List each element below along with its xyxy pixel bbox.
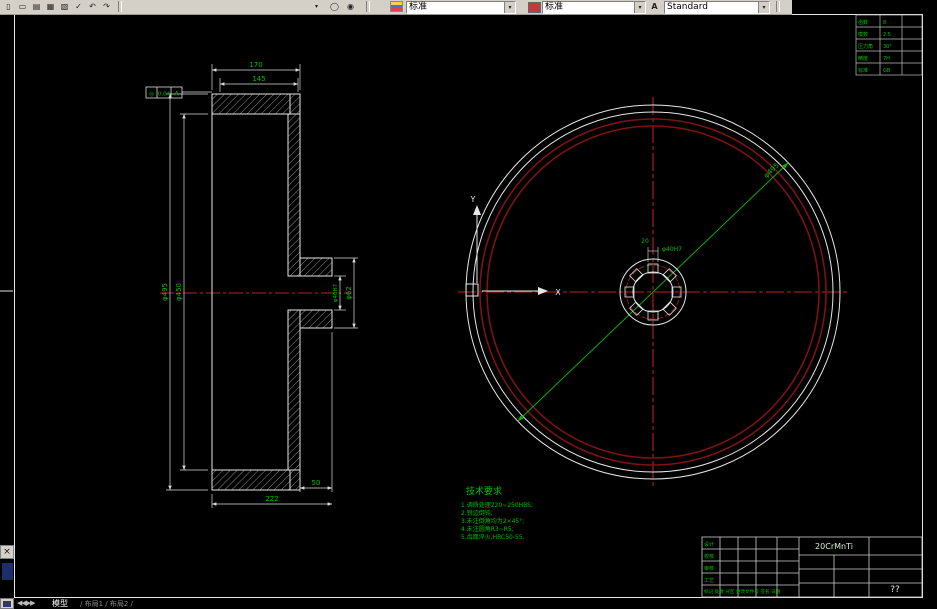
title-block: 20CrMnTi ?? 设计 校核 审核 工艺 标记 处数 分区 更改文件号 签… <box>701 536 923 598</box>
dim-label: φ40H7 <box>333 283 339 302</box>
spell-check-icon[interactable]: ✓ <box>72 1 85 12</box>
param-value: 8 <box>883 20 886 26</box>
textstyle-combobox[interactable]: Standard ▾ <box>664 1 770 14</box>
title-block-label: 工艺 <box>704 578 714 584</box>
tech-requirements: 技术要求 1.调质处理220~250HBS; 2.锐边倒钝; 3.未注倒角均为2… <box>461 485 533 541</box>
param-value: 30° <box>883 44 892 50</box>
param-label: 模数 <box>858 31 868 38</box>
tech-req-line: 1.调质处理220~250HBS; <box>461 501 533 509</box>
dim-label: 145 <box>252 75 265 83</box>
tab-nav-arrows[interactable]: ◀◀▶▶ <box>17 599 36 607</box>
toolbar-separator <box>776 1 780 12</box>
tech-req-line: 3.未注倒角均为2×45°; <box>461 517 524 525</box>
new-icon[interactable]: ▯ <box>2 1 15 12</box>
tab-layouts[interactable]: / 布局1 / 布局2 / <box>80 599 133 609</box>
gdt-frame: ◎ 0.04 A <box>145 86 212 99</box>
toolbar-separator <box>118 1 122 12</box>
dim-label: φ450 <box>175 283 183 301</box>
gdt-symbol: ◎ <box>149 91 154 98</box>
standard-toolbar: ▯ ▭ ▤ ▦ ▧ ✓ ↶ ↷ ▾ ◯ ◉ 标准 ▾ 标准 ▾ A Standa… <box>0 0 792 15</box>
tech-req-title: 技术要求 <box>466 485 502 497</box>
docked-tool-icon[interactable] <box>1 562 14 581</box>
chevron-down-icon[interactable]: ▾ <box>504 2 515 13</box>
drawing-canvas[interactable]: 170 145 φ495 φ450 φ62 φ40H7 50 222 ◎ 0.0… <box>0 0 937 609</box>
title-block-label: 设计 <box>704 541 714 548</box>
param-value: 7H <box>883 56 890 62</box>
color-control-icon[interactable] <box>528 2 541 13</box>
dimstyle-combobox-value: 标准 <box>545 2 564 12</box>
param-value: 2.5 <box>883 32 891 38</box>
dim-label: φ495 <box>161 283 169 301</box>
revision-row: 标记 处数 分区 更改文件号 签名 日期 <box>704 588 781 595</box>
title-block-label: 审核 <box>704 565 714 572</box>
tech-req-line: 5.齿面淬火,HRC50-55. <box>461 533 525 541</box>
tab-model[interactable]: 模型 <box>52 598 68 609</box>
shade-icon[interactable]: ◉ <box>344 1 357 12</box>
textstyle-combobox-value: Standard <box>667 2 708 12</box>
title-block-label: 校核 <box>704 553 714 560</box>
material-label: 20CrMnTi <box>815 542 853 551</box>
param-label: 压力角 <box>858 43 873 50</box>
cad-window: 170 145 φ495 φ450 φ62 φ40H7 50 222 ◎ 0.0… <box>0 0 937 609</box>
layer-properties-icon[interactable] <box>390 1 403 12</box>
ucs-x-label: X <box>555 288 561 297</box>
dim-label: 170 <box>249 61 262 69</box>
toolbar-separator <box>366 1 370 12</box>
tech-req-line: 2.锐边倒钝; <box>461 509 493 517</box>
save-icon[interactable]: ▤ <box>30 1 43 12</box>
orbit-icon[interactable]: ◯ <box>328 1 341 12</box>
preview-icon[interactable]: ▧ <box>58 1 71 12</box>
param-value: GB <box>883 68 891 74</box>
drawing-code: ?? <box>890 585 900 595</box>
gdt-tolerance: 0.04 <box>158 92 171 98</box>
dim-label: 222 <box>265 495 278 503</box>
layer-combobox-value: 标准 <box>409 2 428 12</box>
section-view: 170 145 φ495 φ450 φ62 φ40H7 50 222 ◎ 0.0… <box>145 61 358 508</box>
layout-tab-bar: ◀◀▶▶ 模型 / 布局1 / 布局2 / <box>0 598 937 609</box>
text-style-icon[interactable]: A <box>648 1 661 12</box>
open-icon[interactable]: ▭ <box>16 1 29 12</box>
front-view: φ495 20 φ40H7 <box>458 97 848 487</box>
redo-icon[interactable]: ↷ <box>100 1 113 12</box>
dim-label: 50 <box>312 479 321 487</box>
close-icon[interactable]: × <box>0 545 14 559</box>
param-label: 标准 <box>858 67 868 74</box>
dim-label: φ40H7 <box>662 246 682 253</box>
param-label: 精度 <box>858 55 868 62</box>
dimstyle-combobox[interactable]: 标准 ▾ <box>542 1 646 14</box>
print-icon[interactable]: ▦ <box>44 1 57 12</box>
dim-label: 20 <box>641 238 649 245</box>
chevron-down-icon[interactable]: ▾ <box>758 2 769 13</box>
param-label: 齿数 <box>858 19 868 26</box>
tech-req-line: 4.未注圆角R3~R5; <box>461 525 514 533</box>
dim-label: φ62 <box>345 286 353 300</box>
flyout-arrow-icon[interactable]: ▾ <box>310 1 323 12</box>
chevron-down-icon[interactable]: ▾ <box>634 2 645 13</box>
spline-param-table: 齿数 8 模数 2.5 压力角 30° 精度 7H 标准 GB <box>855 14 923 76</box>
undo-icon[interactable]: ↶ <box>86 1 99 12</box>
ucs-y-label: Y <box>470 195 476 204</box>
taskbar-grip[interactable] <box>0 598 14 609</box>
app-mini-icon <box>3 601 11 607</box>
layer-combobox[interactable]: 标准 ▾ <box>406 1 516 14</box>
